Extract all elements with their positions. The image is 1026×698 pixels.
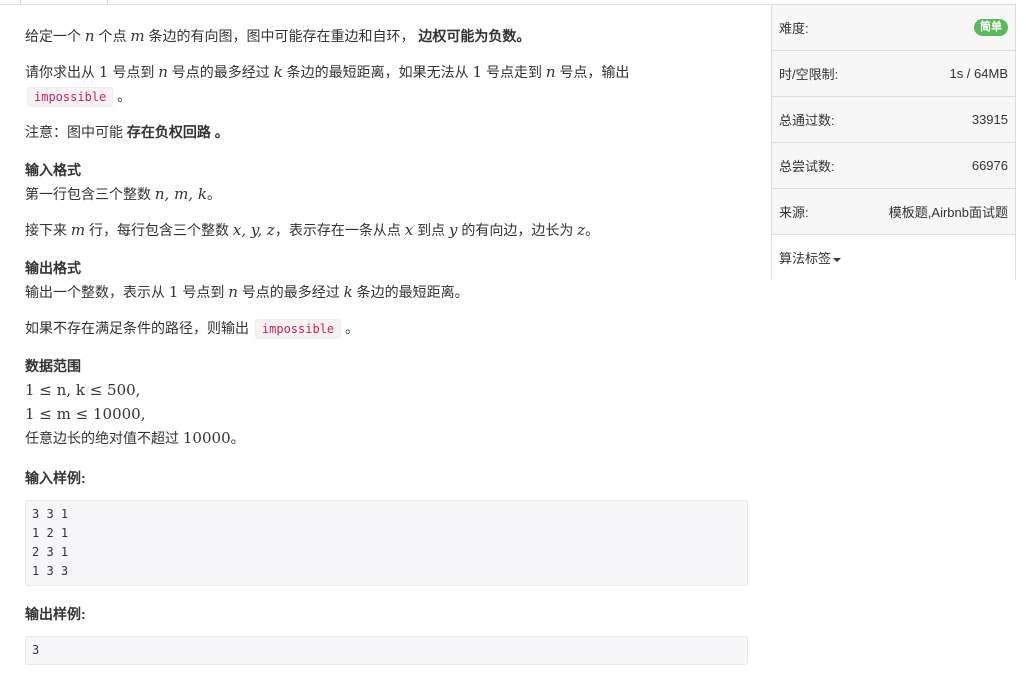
range-line-1: 1 ≤ n, k ≤ 500, — [25, 381, 141, 399]
input-format-heading: 输入格式 — [25, 162, 81, 178]
tried-row: 总尝试数: 66976 — [772, 143, 1015, 189]
sample-output-block[interactable]: 3 — [25, 636, 748, 665]
intro-paragraph: 给定一个 n 个点 m 条边的有向图，图中可能存在重边和自环， 边权可能为负数。 — [25, 27, 531, 45]
impossible-code: impossible — [27, 87, 114, 107]
sample-input-heading: 输入样例: — [25, 470, 86, 486]
sample-output-heading: 输出样例: — [25, 606, 86, 622]
input-line-1: 第一行包含三个整数 n, m, k。 — [25, 185, 221, 203]
source-row: 来源: 模板题,Airbnb面试题 — [772, 189, 1015, 235]
output-line-2: 如果不存在满足条件的路径，则输出 impossible 。 — [25, 316, 748, 340]
passed-row: 总通过数: 33915 — [772, 97, 1015, 143]
problem-info-panel: 难度: 简单 时/空限制: 1s / 64MB 总通过数: 33915 总尝试数… — [771, 4, 1016, 280]
note-paragraph: 注意：图中可能 存在负权回路 。 — [25, 124, 229, 140]
output-line-1: 输出一个整数，表示从 1 号点到 n 号点的最多经过 k 条边的最短距离。 — [25, 283, 469, 301]
caret-down-icon — [833, 257, 842, 262]
impossible-code-2: impossible — [254, 319, 342, 339]
algorithm-tags-toggle[interactable]: 算法标签 — [772, 235, 1015, 280]
sample-input-block[interactable]: 3 3 1 1 2 1 2 3 1 1 3 3 — [25, 500, 748, 586]
ask-paragraph: 请你求出从 1 号点到 n 号点的最多经过 k 条边的最短距离，如果无法从 1 … — [25, 60, 748, 108]
range-line-3: 任意边长的绝对值不超过 10000。 — [25, 429, 245, 447]
tab-divider — [0, 4, 770, 5]
difficulty-row: 难度: 简单 — [772, 5, 1015, 51]
range-line-2: 1 ≤ m ≤ 10000, — [25, 405, 146, 423]
difficulty-badge: 简单 — [974, 19, 1008, 36]
problem-description: 给定一个 n 个点 m 条边的有向图，图中可能存在重边和自环， 边权可能为负数。… — [25, 24, 748, 665]
limit-row: 时/空限制: 1s / 64MB — [772, 51, 1015, 97]
output-format-heading: 输出格式 — [25, 260, 81, 276]
data-range-heading: 数据范围 — [25, 358, 81, 374]
input-line-2: 接下来 m 行，每行包含三个整数 x, y, z，表示存在一条从点 x 到点 y… — [25, 221, 600, 239]
